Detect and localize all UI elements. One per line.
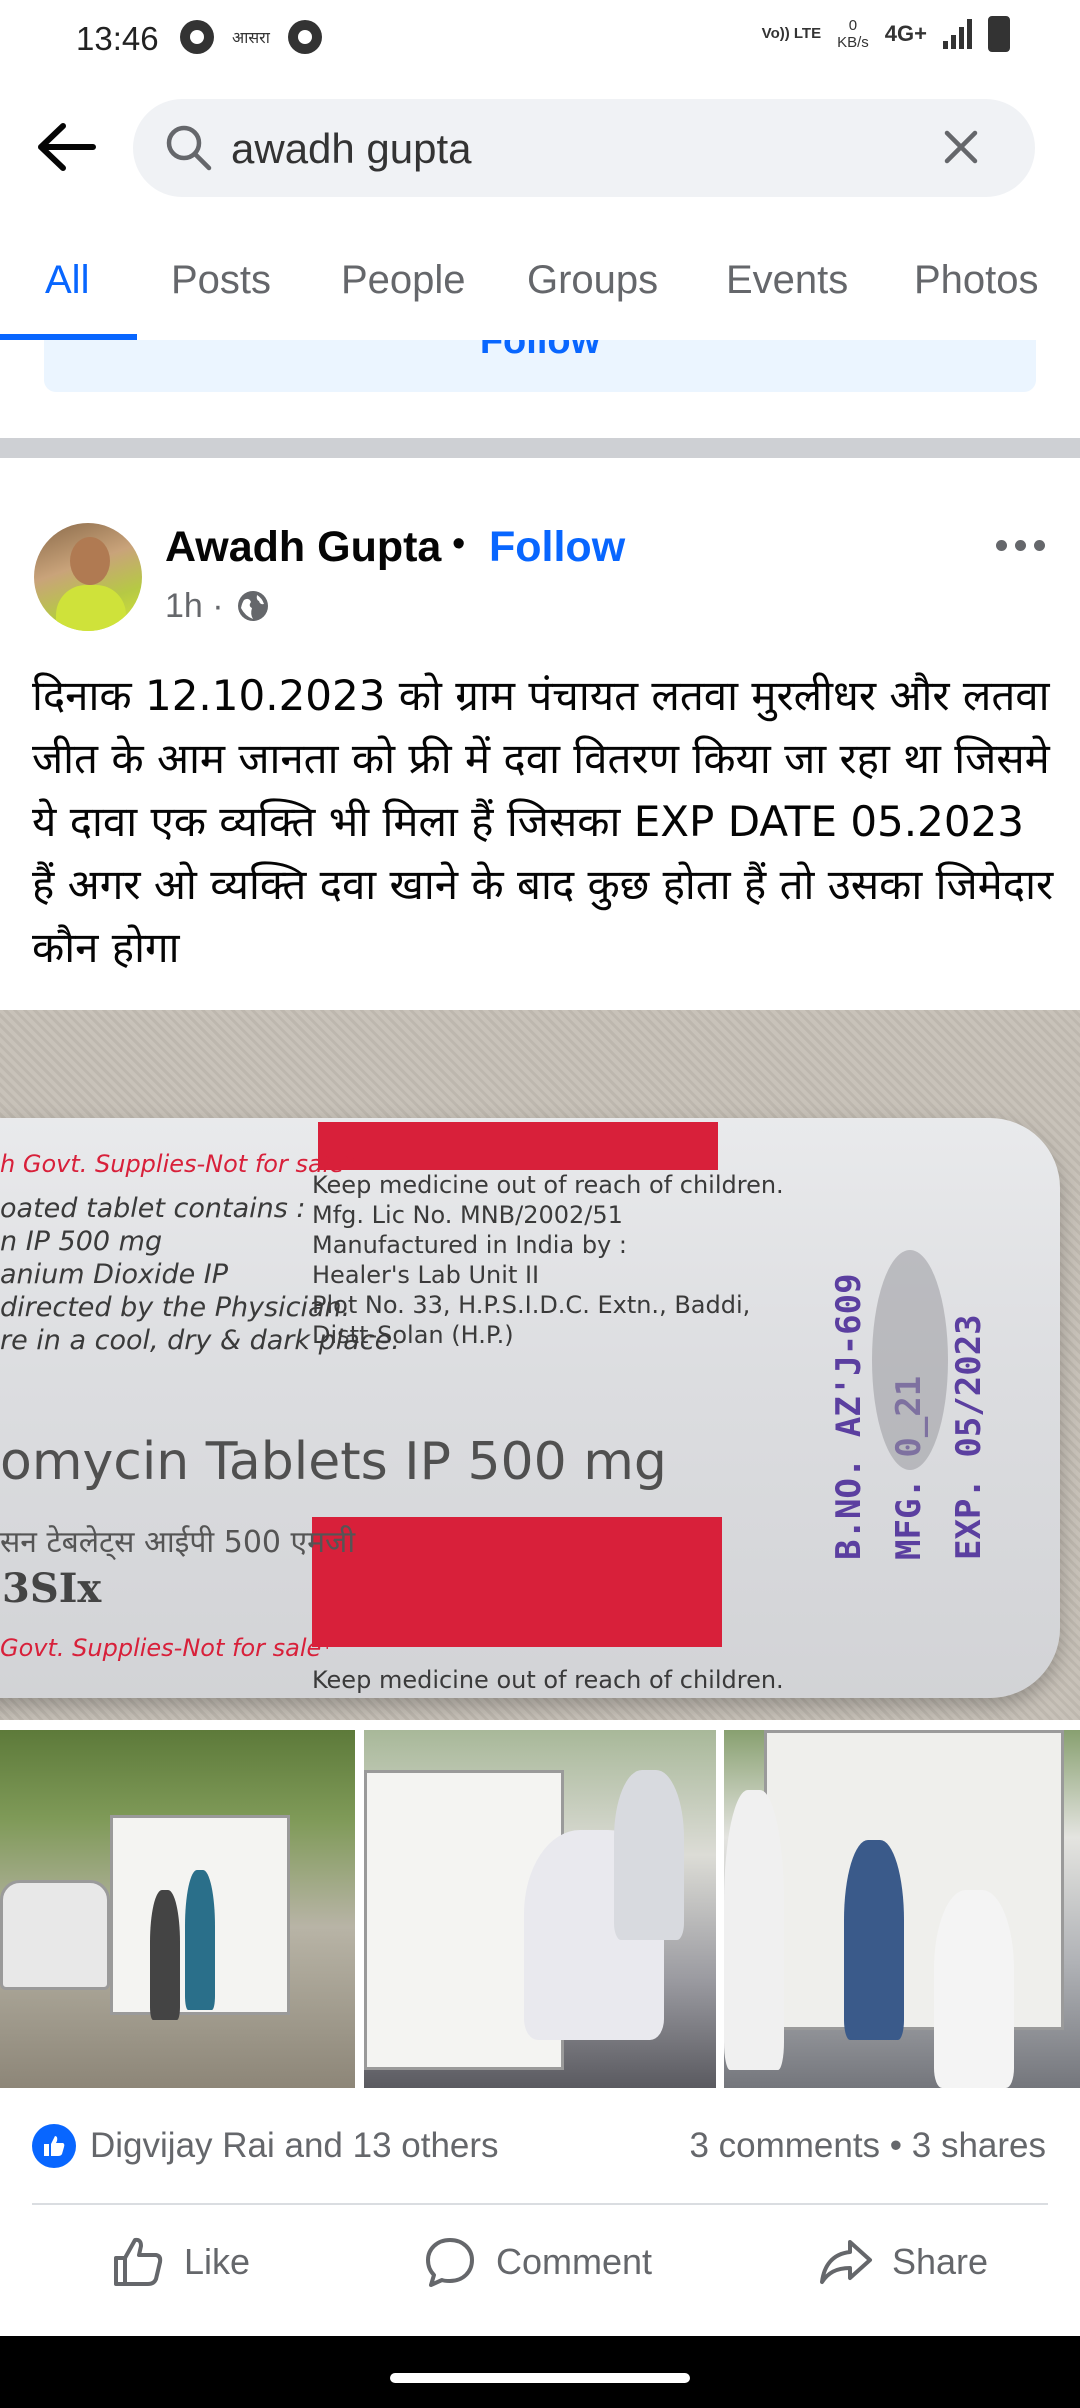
tab-events[interactable]: Events — [692, 230, 890, 340]
globe-icon — [238, 591, 268, 621]
person — [185, 1870, 215, 2010]
battery-icon — [988, 16, 1010, 52]
strip-supplies-top: h Govt. Supplies-Not for sale* — [0, 1150, 357, 1178]
thumbs-up-icon — [44, 2136, 65, 2156]
share-icon — [820, 2240, 872, 2284]
app-notification-icon — [180, 20, 214, 54]
strip-red-band-bottom — [312, 1517, 722, 1647]
previous-card-follow-label: Follow — [479, 340, 601, 362]
strip-bottom-line: Keep medicine out of reach of children. — [312, 1666, 784, 1694]
post-text: दिनाक 12.10.2023 को ग्राम पंचायत लतवा मु… — [32, 671, 1054, 972]
tab-all[interactable]: All — [0, 230, 137, 340]
tab-posts[interactable]: Posts — [136, 230, 307, 340]
strip-supplies-bottom: Govt. Supplies-Not for sale* — [0, 1634, 334, 1662]
thumbs-up-icon — [114, 2237, 163, 2286]
strip-drug-name: omycin Tablets IP 500 mg — [0, 1432, 667, 1492]
reactions-summary[interactable]: Digvijay Rai and 13 others — [32, 2118, 499, 2174]
reactions-text: Digvijay Rai and 13 others — [90, 2126, 499, 2165]
notification-label: आसरा — [232, 30, 270, 47]
home-indicator[interactable] — [390, 2373, 690, 2383]
person — [934, 1890, 1014, 2088]
person — [614, 1770, 684, 1940]
system-nav-bar — [0, 2336, 1080, 2408]
strip-mid-line: Mfg. Lic No. MNB/2002/51 — [312, 1201, 623, 1229]
data-rate-value: 0 — [848, 17, 858, 34]
status-time: 13:46 — [76, 20, 159, 57]
batch-expiry-stamp: B.NO. AZ'J-609 MFG. 0_21 EXP. 05/2023 — [829, 1250, 989, 1560]
parked-car — [0, 1880, 110, 1990]
search-filter-tabs: All Posts People Groups Events Photos — [0, 230, 1080, 340]
ambulance-van — [764, 1730, 1064, 2030]
close-icon — [944, 130, 978, 164]
card-separator — [0, 438, 1080, 458]
tab-posts-label: Posts — [171, 258, 272, 302]
person — [724, 1790, 784, 2070]
data-rate: 0 KB/s — [837, 17, 869, 51]
person — [844, 1840, 904, 2040]
chrome-notification-icon — [287, 20, 322, 54]
strip-mid-line: Manufactured in India by : — [312, 1231, 627, 1259]
tab-all-label: All — [45, 258, 90, 302]
tab-photos-label: Photos — [914, 258, 1039, 302]
avatar[interactable] — [34, 523, 142, 631]
arrow-left-icon — [38, 123, 96, 171]
tab-groups-label: Groups — [527, 258, 659, 302]
post-photo-thumbnail[interactable] — [724, 1730, 1080, 2088]
clear-search-button[interactable] — [935, 121, 987, 173]
more-options-icon[interactable] — [990, 530, 1050, 560]
strip-mid-line: Plot No. 33, H.P.S.I.D.C. Extn., Baddi, — [312, 1291, 751, 1319]
like-label: Like — [184, 2241, 251, 2282]
post-timestamp[interactable]: 1h · — [165, 587, 224, 626]
stamp-line: B.NO. AZ'J-609 — [829, 1273, 869, 1560]
comments-shares-count[interactable]: 3 comments • 3 shares — [689, 2126, 1046, 2166]
share-button[interactable]: Share — [818, 2220, 988, 2304]
like-button[interactable]: Like — [110, 2220, 250, 2304]
follow-button[interactable]: Follow — [489, 523, 625, 572]
volte-icon: Vo)) LTE — [761, 25, 822, 42]
tab-events-label: Events — [726, 258, 849, 302]
tab-people[interactable]: People — [307, 230, 493, 340]
comment-button[interactable]: Comment — [422, 2220, 652, 2304]
strip-logo: 3SIx — [2, 1565, 102, 1612]
actions-divider — [32, 2203, 1048, 2205]
data-rate-unit: KB/s — [837, 34, 869, 51]
share-label: Share — [892, 2241, 989, 2282]
strip-mid-line: Keep medicine out of reach of children. — [312, 1171, 784, 1199]
search-header: awadh gupta — [0, 96, 1080, 200]
status-notifications: आसरा — [180, 20, 322, 54]
search-icon — [166, 125, 212, 171]
tab-photos[interactable]: Photos — [890, 230, 1080, 340]
strip-mid-line: Distt-Solan (H.P.) — [312, 1321, 514, 1349]
person — [150, 1890, 180, 2020]
post-photo-thumbnail[interactable] — [0, 1730, 355, 2088]
tab-groups[interactable]: Groups — [493, 230, 692, 340]
previous-card-follow-button[interactable]: Follow — [44, 340, 1036, 392]
back-button[interactable] — [34, 114, 100, 180]
tab-people-label: People — [341, 258, 466, 302]
strip-red-band-top — [318, 1122, 718, 1170]
network-type: 4G+ — [884, 21, 927, 46]
strip-mid-line: Healer's Lab Unit II — [312, 1261, 540, 1289]
like-reaction-icon — [32, 2124, 76, 2168]
comment-icon — [426, 2238, 474, 2287]
search-query[interactable]: awadh gupta — [231, 125, 472, 173]
post-photo-thumbnail[interactable] — [364, 1730, 716, 2088]
stamp-line: EXP. 05/2023 — [949, 1314, 989, 1560]
name-follow-separator: • — [452, 523, 466, 565]
post-actions: Like Comment Share — [0, 2220, 1080, 2304]
search-input[interactable]: awadh gupta — [133, 99, 1035, 197]
status-bar: 13:46 आसरा Vo)) LTE 0 KB/s 4G+ — [0, 0, 1080, 76]
signal-icon — [943, 19, 972, 49]
post-author-name[interactable]: Awadh Gupta — [165, 523, 441, 572]
strip-hindi-name: सन टेबलेट्स आईपी 500 एमजी — [0, 1525, 356, 1560]
status-system-icons: Vo)) LTE 0 KB/s 4G+ — [762, 16, 1010, 52]
strip-mid-text: Keep medicine out of reach of children. … — [312, 1170, 784, 1350]
comment-label: Comment — [496, 2241, 653, 2282]
